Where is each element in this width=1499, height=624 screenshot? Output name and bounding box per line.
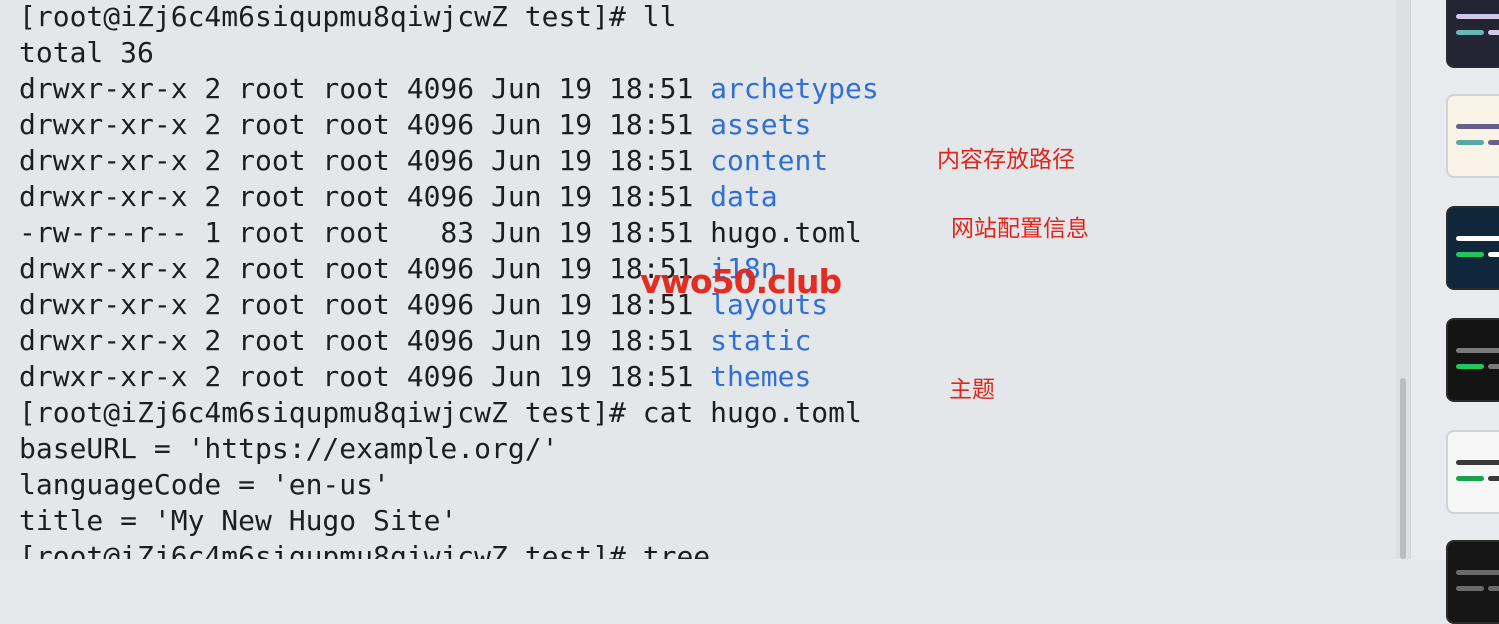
terminal-text: [root@iZj6c4m6siqupmu8qiwjcwZ test]# cat… [19, 396, 862, 429]
terminal-text: languageCode = 'en-us' [19, 468, 390, 501]
terminal-text: drwxr-xr-x 2 root root 4096 Jun 19 18:51 [19, 144, 711, 177]
theme-preview-line [1488, 30, 1499, 35]
watermark: vwo50.club [640, 262, 842, 301]
terminal-text: -rw-r--r-- 1 root root 83 Jun 19 18:51 h… [19, 216, 862, 249]
theme-preview-card[interactable] [1446, 0, 1499, 68]
directory-name: assets [710, 108, 812, 141]
terminal-line: languageCode = 'en-us' [19, 467, 879, 503]
terminal-line: drwxr-xr-x 2 root root 4096 Jun 19 18:51… [19, 179, 879, 215]
terminal-text: baseURL = 'https://example.org/' [19, 432, 559, 465]
directory-name: archetypes [710, 72, 879, 105]
terminal-line: title = 'My New Hugo Site' [19, 503, 879, 539]
annotation-theme: 主题 [949, 377, 995, 403]
theme-preview-line [1456, 364, 1484, 369]
terminal-line: [root@iZj6c4m6siqupmu8qiwjcwZ test]# ll [19, 0, 879, 35]
terminal-line: drwxr-xr-x 2 root root 4096 Jun 19 18:51… [19, 143, 879, 179]
terminal-line: drwxr-xr-x 2 root root 4096 Jun 19 18:51… [19, 323, 879, 359]
terminal-line: [root@iZj6c4m6siqupmu8qiwjcwZ test]# tre… [19, 539, 879, 559]
theme-preview-line [1456, 570, 1499, 575]
terminal-text: drwxr-xr-x 2 root root 4096 Jun 19 18:51 [19, 252, 711, 285]
directory-name: static [710, 324, 812, 357]
terminal-line: drwxr-xr-x 2 root root 4096 Jun 19 18:51… [19, 107, 879, 143]
theme-preview-line [1488, 364, 1499, 369]
terminal-line: total 36 [19, 35, 879, 71]
scrollbar-thumb[interactable] [1400, 378, 1406, 559]
terminal-text: drwxr-xr-x 2 root root 4096 Jun 19 18:51 [19, 360, 711, 393]
theme-preview-line [1488, 476, 1499, 481]
directory-name: content [710, 144, 829, 177]
directory-name: data [710, 180, 778, 213]
theme-preview-line [1456, 236, 1499, 241]
theme-preview-line [1488, 586, 1499, 591]
terminal-text: drwxr-xr-x 2 root root 4096 Jun 19 18:51 [19, 324, 711, 357]
theme-preview-line [1456, 586, 1484, 591]
terminal-window[interactable]: [root@iZj6c4m6siqupmu8qiwjcwZ test]# ll t… [0, 0, 1396, 559]
theme-preview-line [1456, 14, 1499, 19]
terminal-line: baseURL = 'https://example.org/' [19, 431, 879, 467]
theme-panel [1410, 0, 1499, 624]
theme-preview-card[interactable] [1446, 318, 1499, 402]
theme-preview-card[interactable] [1446, 540, 1499, 624]
theme-preview-line [1456, 348, 1499, 353]
directory-name: themes [710, 360, 812, 393]
theme-preview-line [1456, 476, 1484, 481]
annotation-content-path: 内容存放路径 [937, 147, 1075, 173]
terminal-scrollbar[interactable] [1396, 0, 1410, 559]
theme-preview-line [1456, 460, 1499, 465]
terminal-text: drwxr-xr-x 2 root root 4096 Jun 19 18:51 [19, 180, 711, 213]
terminal-text: drwxr-xr-x 2 root root 4096 Jun 19 18:51 [19, 72, 711, 105]
theme-preview-line [1456, 124, 1499, 129]
theme-preview-line [1456, 140, 1484, 145]
terminal-text: drwxr-xr-x 2 root root 4096 Jun 19 18:51 [19, 288, 711, 321]
terminal-text: total 36 [19, 36, 154, 69]
terminal-text: drwxr-xr-x 2 root root 4096 Jun 19 18:51 [19, 108, 711, 141]
theme-preview-line [1488, 140, 1499, 145]
terminal-text: [root@iZj6c4m6siqupmu8qiwjcwZ test]# ll [19, 0, 677, 33]
theme-preview-line [1456, 252, 1484, 257]
annotation-site-config: 网站配置信息 [951, 216, 1089, 242]
theme-preview-card[interactable] [1446, 430, 1499, 514]
terminal-text: [root@iZj6c4m6siqupmu8qiwjcwZ test]# tre… [19, 540, 711, 559]
theme-preview-line [1456, 30, 1484, 35]
theme-preview-card[interactable] [1446, 94, 1499, 178]
terminal-line: -rw-r--r-- 1 root root 83 Jun 19 18:51 h… [19, 215, 879, 251]
theme-preview-line [1488, 252, 1499, 257]
terminal-line: drwxr-xr-x 2 root root 4096 Jun 19 18:51… [19, 359, 879, 395]
terminal-line: drwxr-xr-x 2 root root 4096 Jun 19 18:51… [19, 71, 879, 107]
theme-preview-card[interactable] [1446, 206, 1499, 290]
terminal-line: [root@iZj6c4m6siqupmu8qiwjcwZ test]# cat… [19, 395, 879, 431]
terminal-text: title = 'My New Hugo Site' [19, 504, 458, 537]
